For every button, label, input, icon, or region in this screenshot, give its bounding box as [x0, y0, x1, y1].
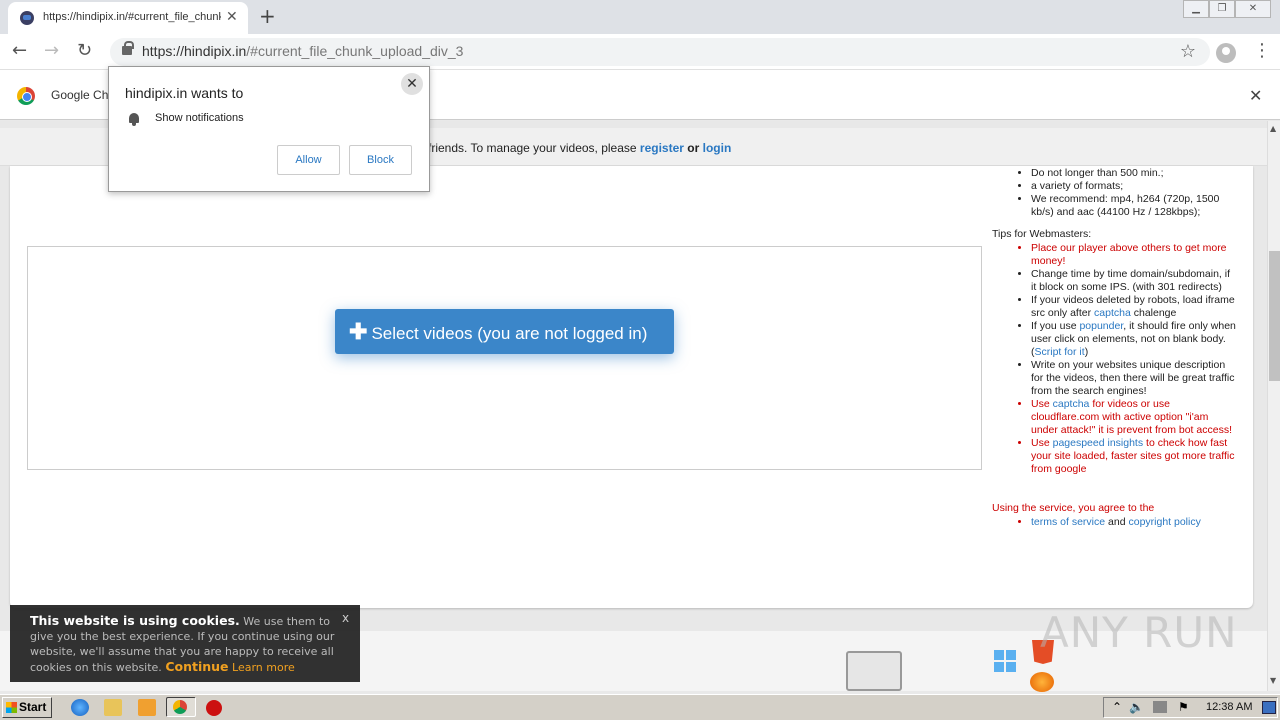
- captcha-link-2[interactable]: captcha: [1053, 398, 1090, 410]
- agree-text: Using the service, you agree to the: [992, 502, 1155, 514]
- restore-window-icon[interactable]: ❐: [1209, 0, 1235, 18]
- login-link[interactable]: login: [703, 141, 732, 155]
- minimize-window-icon[interactable]: ▁: [1183, 0, 1209, 18]
- permission-text: Show notifications: [155, 112, 244, 124]
- list-item: If you use popunder, it should fire only…: [1031, 320, 1236, 359]
- infobar-close-icon[interactable]: ✕: [1249, 86, 1262, 105]
- list-item: a variety of formats;: [1031, 180, 1236, 193]
- select-videos-button[interactable]: ✚ Select videos (you are not logged in): [335, 309, 674, 354]
- scrollbar-thumb[interactable]: [1269, 251, 1280, 381]
- browser-tab[interactable]: https://hindipix.in/#current_file_chunk_…: [8, 2, 248, 34]
- tv-icon: [846, 651, 902, 691]
- chrome-menu-icon[interactable]: ⋮: [1253, 40, 1271, 61]
- register-link[interactable]: register: [640, 141, 684, 155]
- sidebar-info: Do not longer than 500 min.; a variety o…: [991, 166, 1236, 529]
- browser-toolbar: ← → ↻ https://hindipix.in/#current_file_…: [0, 34, 1280, 70]
- anyrun-watermark: ANY RUN: [1040, 608, 1238, 657]
- firefox-icon: [1030, 672, 1054, 692]
- block-button[interactable]: Block: [349, 145, 412, 175]
- site-favicon-icon: [20, 11, 34, 25]
- tips-list: Place our player above others to get mor…: [991, 242, 1236, 476]
- plus-icon: ✚: [349, 319, 368, 344]
- allow-button[interactable]: Allow: [277, 145, 340, 175]
- reload-icon[interactable]: ↻: [77, 40, 92, 62]
- copyright-policy-link[interactable]: copyright policy: [1128, 516, 1200, 528]
- list-item: terms of service and copyright policy: [1031, 516, 1236, 529]
- forward-icon[interactable]: →: [44, 40, 59, 62]
- upload-card: ✚Select videos (you are not logged in) D…: [10, 166, 1253, 608]
- flag-icon[interactable]: ⚑: [1178, 700, 1189, 714]
- learn-more-link[interactable]: Learn more: [232, 661, 295, 674]
- start-button[interactable]: Start: [2, 697, 52, 718]
- url-text: https://hindipix.in/#current_file_chunk_…: [142, 43, 464, 59]
- list-item: Place our player above others to get mor…: [1031, 242, 1236, 268]
- media-player-icon[interactable]: [138, 699, 156, 716]
- show-desktop-icon[interactable]: [1262, 701, 1276, 714]
- windows-taskbar: Start ⌃ 🔈 ⚑ 12:38 AM: [0, 694, 1280, 720]
- infobar-text: Google Ch: [51, 88, 109, 102]
- folder-icon[interactable]: [104, 699, 122, 716]
- continue-button[interactable]: Continue: [165, 659, 228, 674]
- list-item: Use captcha for videos or use cloudflare…: [1031, 398, 1236, 437]
- scroll-down-icon[interactable]: ▼: [1270, 676, 1276, 685]
- list-item: Do not longer than 500 min.;: [1031, 167, 1236, 180]
- list-item: Write on your websites unique descriptio…: [1031, 359, 1236, 398]
- popup-title: hindipix.in wants to: [125, 85, 244, 101]
- script-link[interactable]: Script for it: [1035, 346, 1085, 358]
- popup-close-icon[interactable]: ✕: [401, 73, 423, 95]
- bookmark-star-icon[interactable]: ☆: [1180, 41, 1196, 62]
- scroll-up-icon[interactable]: ▲: [1270, 124, 1276, 133]
- tray-arrow-icon[interactable]: ⌃: [1112, 700, 1122, 714]
- cookie-title: This website is using cookies.: [30, 613, 240, 628]
- taskbar-clock: 12:38 AM: [1206, 701, 1253, 713]
- pagespeed-link[interactable]: pagespeed insights: [1053, 437, 1144, 449]
- lock-icon[interactable]: [122, 41, 134, 55]
- tab-title: https://hindipix.in/#current_file_chunk_…: [43, 11, 221, 23]
- upload-dropzone[interactable]: ✚ Select videos (you are not logged in): [27, 246, 982, 470]
- windows-logo-icon: [994, 650, 1016, 672]
- page-scrollbar[interactable]: ▲ ▼: [1267, 121, 1280, 691]
- address-bar[interactable]: https://hindipix.in/#current_file_chunk_…: [110, 38, 1210, 66]
- chrome-icon: [173, 700, 187, 714]
- tips-heading: Tips for Webmasters:: [992, 228, 1092, 240]
- tab-strip: https://hindipix.in/#current_file_chunk_…: [0, 0, 1280, 34]
- cookie-banner: This website is using cookies. We use th…: [10, 605, 360, 682]
- policy-list: terms of service and copyright policy: [991, 516, 1236, 529]
- notice-text: friends. To manage your videos, please r…: [428, 141, 732, 155]
- cookie-close-icon[interactable]: x: [342, 611, 349, 626]
- new-tab-icon[interactable]: +: [259, 5, 276, 27]
- close-tab-icon[interactable]: ✕: [226, 9, 238, 25]
- list-item: Use pagespeed insights to check how fast…: [1031, 437, 1236, 476]
- captcha-link[interactable]: captcha: [1094, 307, 1131, 319]
- volume-icon[interactable]: 🔈: [1129, 700, 1144, 714]
- bell-icon: [129, 113, 139, 126]
- notification-permission-popup: hindipix.in wants to Show notifications …: [108, 66, 430, 192]
- network-icon[interactable]: [1153, 701, 1167, 713]
- list-item: If your videos deleted by robots, load i…: [1031, 294, 1236, 320]
- close-window-icon[interactable]: ✕: [1235, 0, 1271, 18]
- profile-avatar-icon[interactable]: [1216, 43, 1236, 63]
- list-item: Change time by time domain/subdomain, if…: [1031, 268, 1236, 294]
- internet-explorer-icon[interactable]: [71, 699, 89, 716]
- requirements-list: Do not longer than 500 min.; a variety o…: [991, 167, 1236, 219]
- list-item: We recommend: mp4, h264 (720p, 1500 kb/s…: [1031, 193, 1236, 219]
- terms-link[interactable]: terms of service: [1031, 516, 1105, 528]
- back-icon[interactable]: ←: [12, 40, 27, 62]
- chrome-logo-icon: [17, 87, 35, 105]
- stop-icon[interactable]: [206, 700, 222, 716]
- popunder-link[interactable]: popunder: [1079, 320, 1123, 332]
